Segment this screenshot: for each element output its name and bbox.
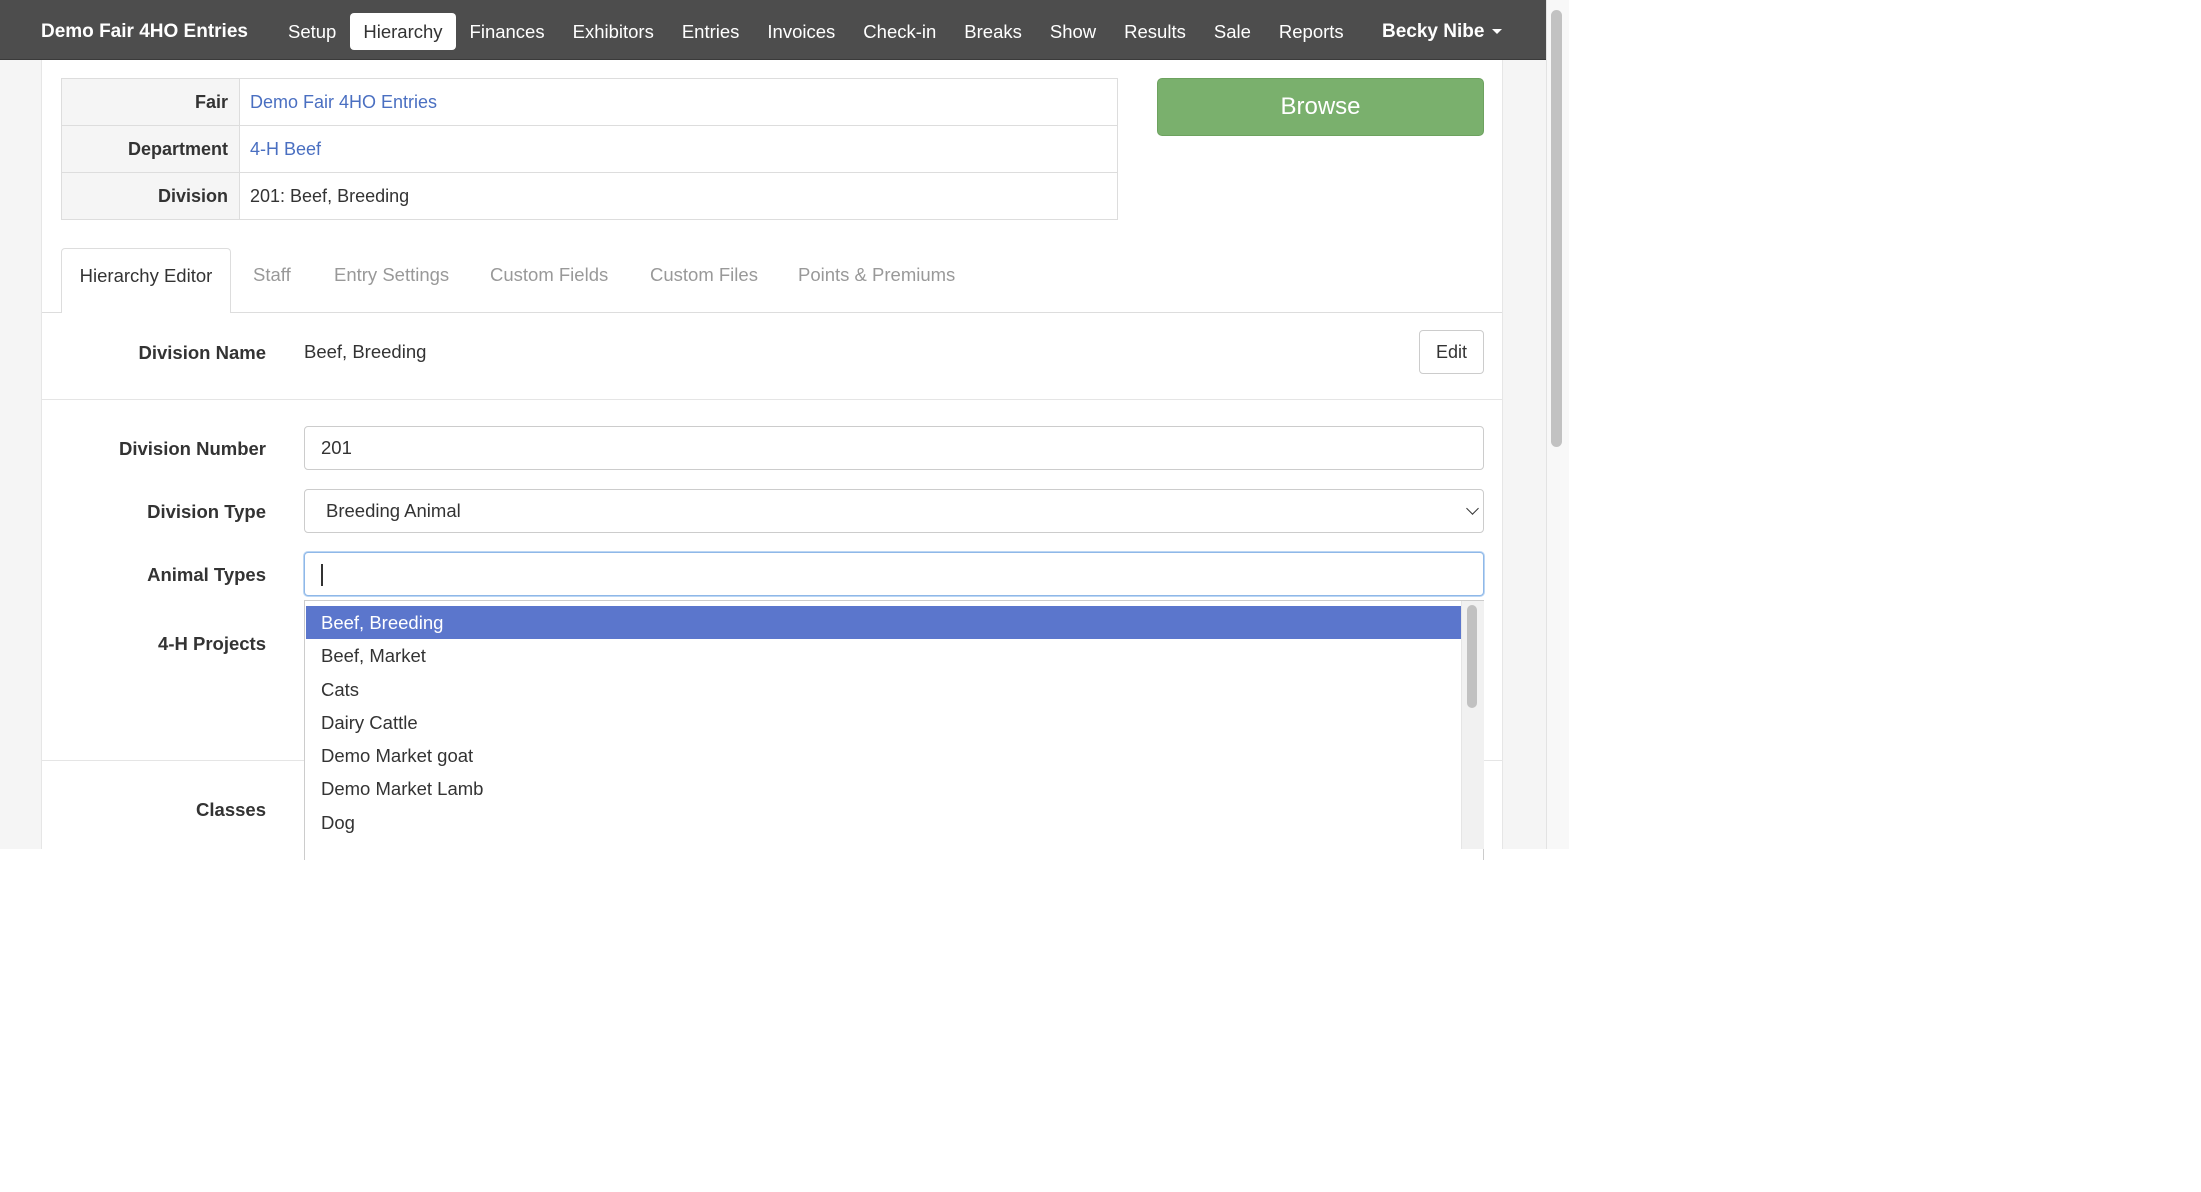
caret-down-icon <box>1492 29 1503 35</box>
division-number-input[interactable]: 201 <box>304 426 1484 470</box>
top-navbar: Demo Fair 4HO Entries Setup Hierarchy Fi… <box>0 0 1546 60</box>
department-label: Department <box>61 125 240 173</box>
nav-item-show[interactable]: Show <box>1036 13 1110 50</box>
animal-type-option[interactable]: Demo Market goat <box>306 739 1462 772</box>
brand-title[interactable]: Demo Fair 4HO Entries <box>41 21 248 43</box>
hierarchy-info-table: Fair Demo Fair 4HO Entries Department 4-… <box>61 78 1118 220</box>
animal-type-option[interactable]: Beef, Breeding <box>306 606 1462 640</box>
fair-link[interactable]: Demo Fair 4HO Entries <box>250 92 437 112</box>
tab-hierarchy-editor[interactable]: Hierarchy Editor <box>61 248 231 313</box>
department-value-cell: 4-H Beef <box>239 125 1118 173</box>
division-type-label: Division Type <box>147 501 266 522</box>
animal-types-label: Animal Types <box>147 564 266 585</box>
browse-button[interactable]: Browse <box>1157 78 1484 136</box>
tab-staff[interactable]: Staff <box>253 248 291 312</box>
content-border-right <box>1502 60 1503 849</box>
nav-item-sale[interactable]: Sale <box>1200 13 1265 50</box>
info-row-division: Division 201: Beef, Breeding <box>61 172 1118 220</box>
classes-label: Classes <box>196 799 266 820</box>
division-number-label: Division Number <box>119 438 266 459</box>
animal-type-option[interactable]: Dog <box>306 806 1462 839</box>
nav-item-results[interactable]: Results <box>1110 13 1200 50</box>
animal-types-dropdown: Beef, Breeding Beef, Market Cats Dairy C… <box>304 600 1484 860</box>
animal-type-option[interactable]: Demo Market Lamb <box>306 772 1462 805</box>
animal-types-input[interactable] <box>304 552 1484 596</box>
nav-item-reports[interactable]: Reports <box>1265 13 1358 50</box>
division-type-select[interactable]: Breeding Animal <box>304 489 1484 533</box>
dropdown-scrollbar-thumb[interactable] <box>1467 605 1477 708</box>
main-nav: Setup Hierarchy Finances Exhibitors Entr… <box>274 13 1358 50</box>
tabs-divider <box>42 312 1502 313</box>
department-link[interactable]: 4-H Beef <box>250 139 321 159</box>
page-gutter-left <box>0 60 42 849</box>
division-type-selected: Breeding Animal <box>326 500 461 521</box>
division-value: 201: Beef, Breeding <box>239 172 1118 220</box>
chevron-down-icon <box>1466 502 1479 515</box>
tab-custom-files[interactable]: Custom Files <box>650 248 758 312</box>
info-row-department: Department 4-H Beef <box>61 125 1118 173</box>
fair-label: Fair <box>61 78 240 126</box>
animal-type-option[interactable]: Cats <box>306 673 1462 706</box>
nav-item-exhibitors[interactable]: Exhibitors <box>559 13 668 50</box>
fair-value-cell: Demo Fair 4HO Entries <box>239 78 1118 126</box>
edit-button[interactable]: Edit <box>1419 330 1484 374</box>
user-menu[interactable]: Becky Nibe <box>1382 21 1503 43</box>
tab-custom-fields[interactable]: Custom Fields <box>490 248 608 312</box>
info-row-fair: Fair Demo Fair 4HO Entries <box>61 78 1118 126</box>
page-gutter-right <box>1502 60 1546 849</box>
page-scrollbar-thumb[interactable] <box>1551 10 1562 447</box>
division-name-value: Beef, Breeding <box>304 341 427 362</box>
division-label: Division <box>61 172 240 220</box>
division-name-label: Division Name <box>138 342 267 363</box>
nav-item-entries[interactable]: Entries <box>668 13 754 50</box>
animal-type-option[interactable]: Beef, Market <box>306 639 1462 672</box>
nav-item-breaks[interactable]: Breaks <box>950 13 1036 50</box>
text-cursor <box>321 564 323 586</box>
nav-item-hierarchy[interactable]: Hierarchy <box>350 13 456 50</box>
nav-item-setup[interactable]: Setup <box>274 13 350 50</box>
animal-type-option[interactable]: Dairy Cattle <box>306 706 1462 739</box>
projects-label: 4-H Projects <box>158 633 266 654</box>
user-name: Becky Nibe <box>1382 21 1485 42</box>
section-divider <box>42 399 1502 400</box>
tab-entry-settings[interactable]: Entry Settings <box>334 248 449 312</box>
tab-points-premiums[interactable]: Points & Premiums <box>798 248 955 312</box>
animal-types-options: Beef, Breeding Beef, Market Cats Dairy C… <box>306 606 1462 839</box>
nav-item-finances[interactable]: Finances <box>456 13 559 50</box>
nav-item-check-in[interactable]: Check-in <box>849 13 950 50</box>
nav-item-invoices[interactable]: Invoices <box>753 13 849 50</box>
